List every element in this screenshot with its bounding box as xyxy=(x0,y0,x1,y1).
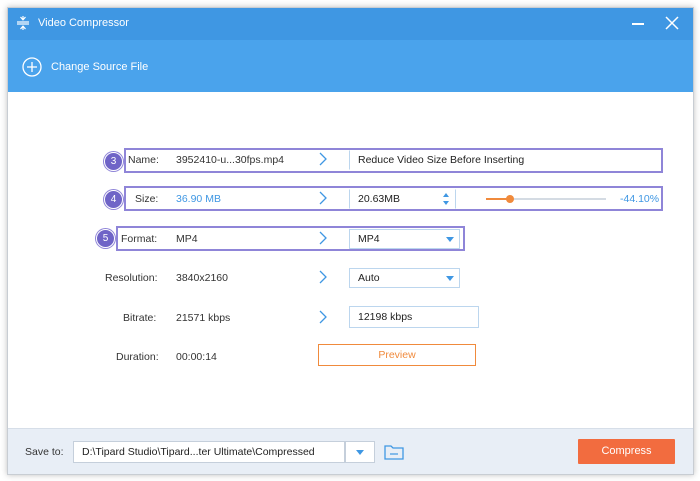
step-badge-4: 4 xyxy=(104,190,123,209)
close-icon[interactable] xyxy=(664,15,680,31)
change-source-file-button[interactable]: Change Source File xyxy=(51,61,148,73)
size-stepper-icon[interactable] xyxy=(441,190,451,208)
chevron-right-icon xyxy=(319,231,327,245)
chevron-right-icon xyxy=(319,191,327,205)
compress-button[interactable]: Compress xyxy=(578,439,675,464)
preview-button[interactable]: Preview xyxy=(318,344,476,366)
minimize-button[interactable] xyxy=(632,23,644,25)
output-bitrate-input[interactable]: 12198 kbps xyxy=(349,306,479,328)
chevron-right-icon xyxy=(319,270,327,284)
save-to-label: Save to: xyxy=(25,446,64,458)
format-label: Format: xyxy=(121,233,158,245)
chevron-right-icon xyxy=(319,152,327,166)
title-bar: Video Compressor xyxy=(8,8,693,40)
source-file-name: 3952410-u...30fps.mp4 xyxy=(176,154,284,166)
source-format: MP4 xyxy=(176,233,198,245)
window-title: Video Compressor xyxy=(38,17,129,29)
output-size-input[interactable]: 20.63MB xyxy=(349,189,456,209)
toolbar: Change Source File xyxy=(8,40,693,92)
compress-icon xyxy=(17,16,29,30)
source-bitrate: 21571 kbps xyxy=(176,312,231,324)
chevron-down-icon[interactable] xyxy=(356,450,364,455)
folder-icon[interactable] xyxy=(383,442,405,462)
bottom-bar: Save to: D:\Tipard Studio\Tipard...ter U… xyxy=(8,428,693,474)
compression-slider-knob[interactable] xyxy=(506,195,514,203)
duration-label: Duration: xyxy=(116,351,159,363)
chevron-down-icon[interactable] xyxy=(446,237,454,242)
output-format-select[interactable]: MP4 xyxy=(349,229,460,249)
step-badge-5: 5 xyxy=(96,229,115,248)
bitrate-label: Bitrate: xyxy=(123,312,157,324)
resolution-label: Resolution: xyxy=(105,272,158,284)
name-label: Name: xyxy=(128,154,159,166)
video-compressor-window: Video Compressor Change Source File 3 Na… xyxy=(7,7,694,475)
output-resolution-select[interactable]: Auto xyxy=(349,268,460,288)
save-path-field[interactable]: D:\Tipard Studio\Tipard...ter Ultimate\C… xyxy=(73,441,345,463)
chevron-right-icon xyxy=(319,310,327,324)
add-circle-icon[interactable] xyxy=(22,57,42,77)
source-file-size: 36.90 MB xyxy=(176,193,221,205)
step-badge-3: 3 xyxy=(104,152,123,171)
compressor-settings: 3 Name: 3952410-u...30fps.mp4 Reduce Vid… xyxy=(8,92,693,428)
chevron-down-icon[interactable] xyxy=(446,276,454,281)
source-duration: 00:00:14 xyxy=(176,351,217,363)
output-name-input[interactable]: Reduce Video Size Before Inserting xyxy=(349,150,660,170)
save-path-dropdown[interactable] xyxy=(345,441,375,463)
size-label: Size: xyxy=(135,193,159,205)
compression-percent: -44.10% xyxy=(620,193,660,205)
source-resolution: 3840x2160 xyxy=(176,272,228,284)
